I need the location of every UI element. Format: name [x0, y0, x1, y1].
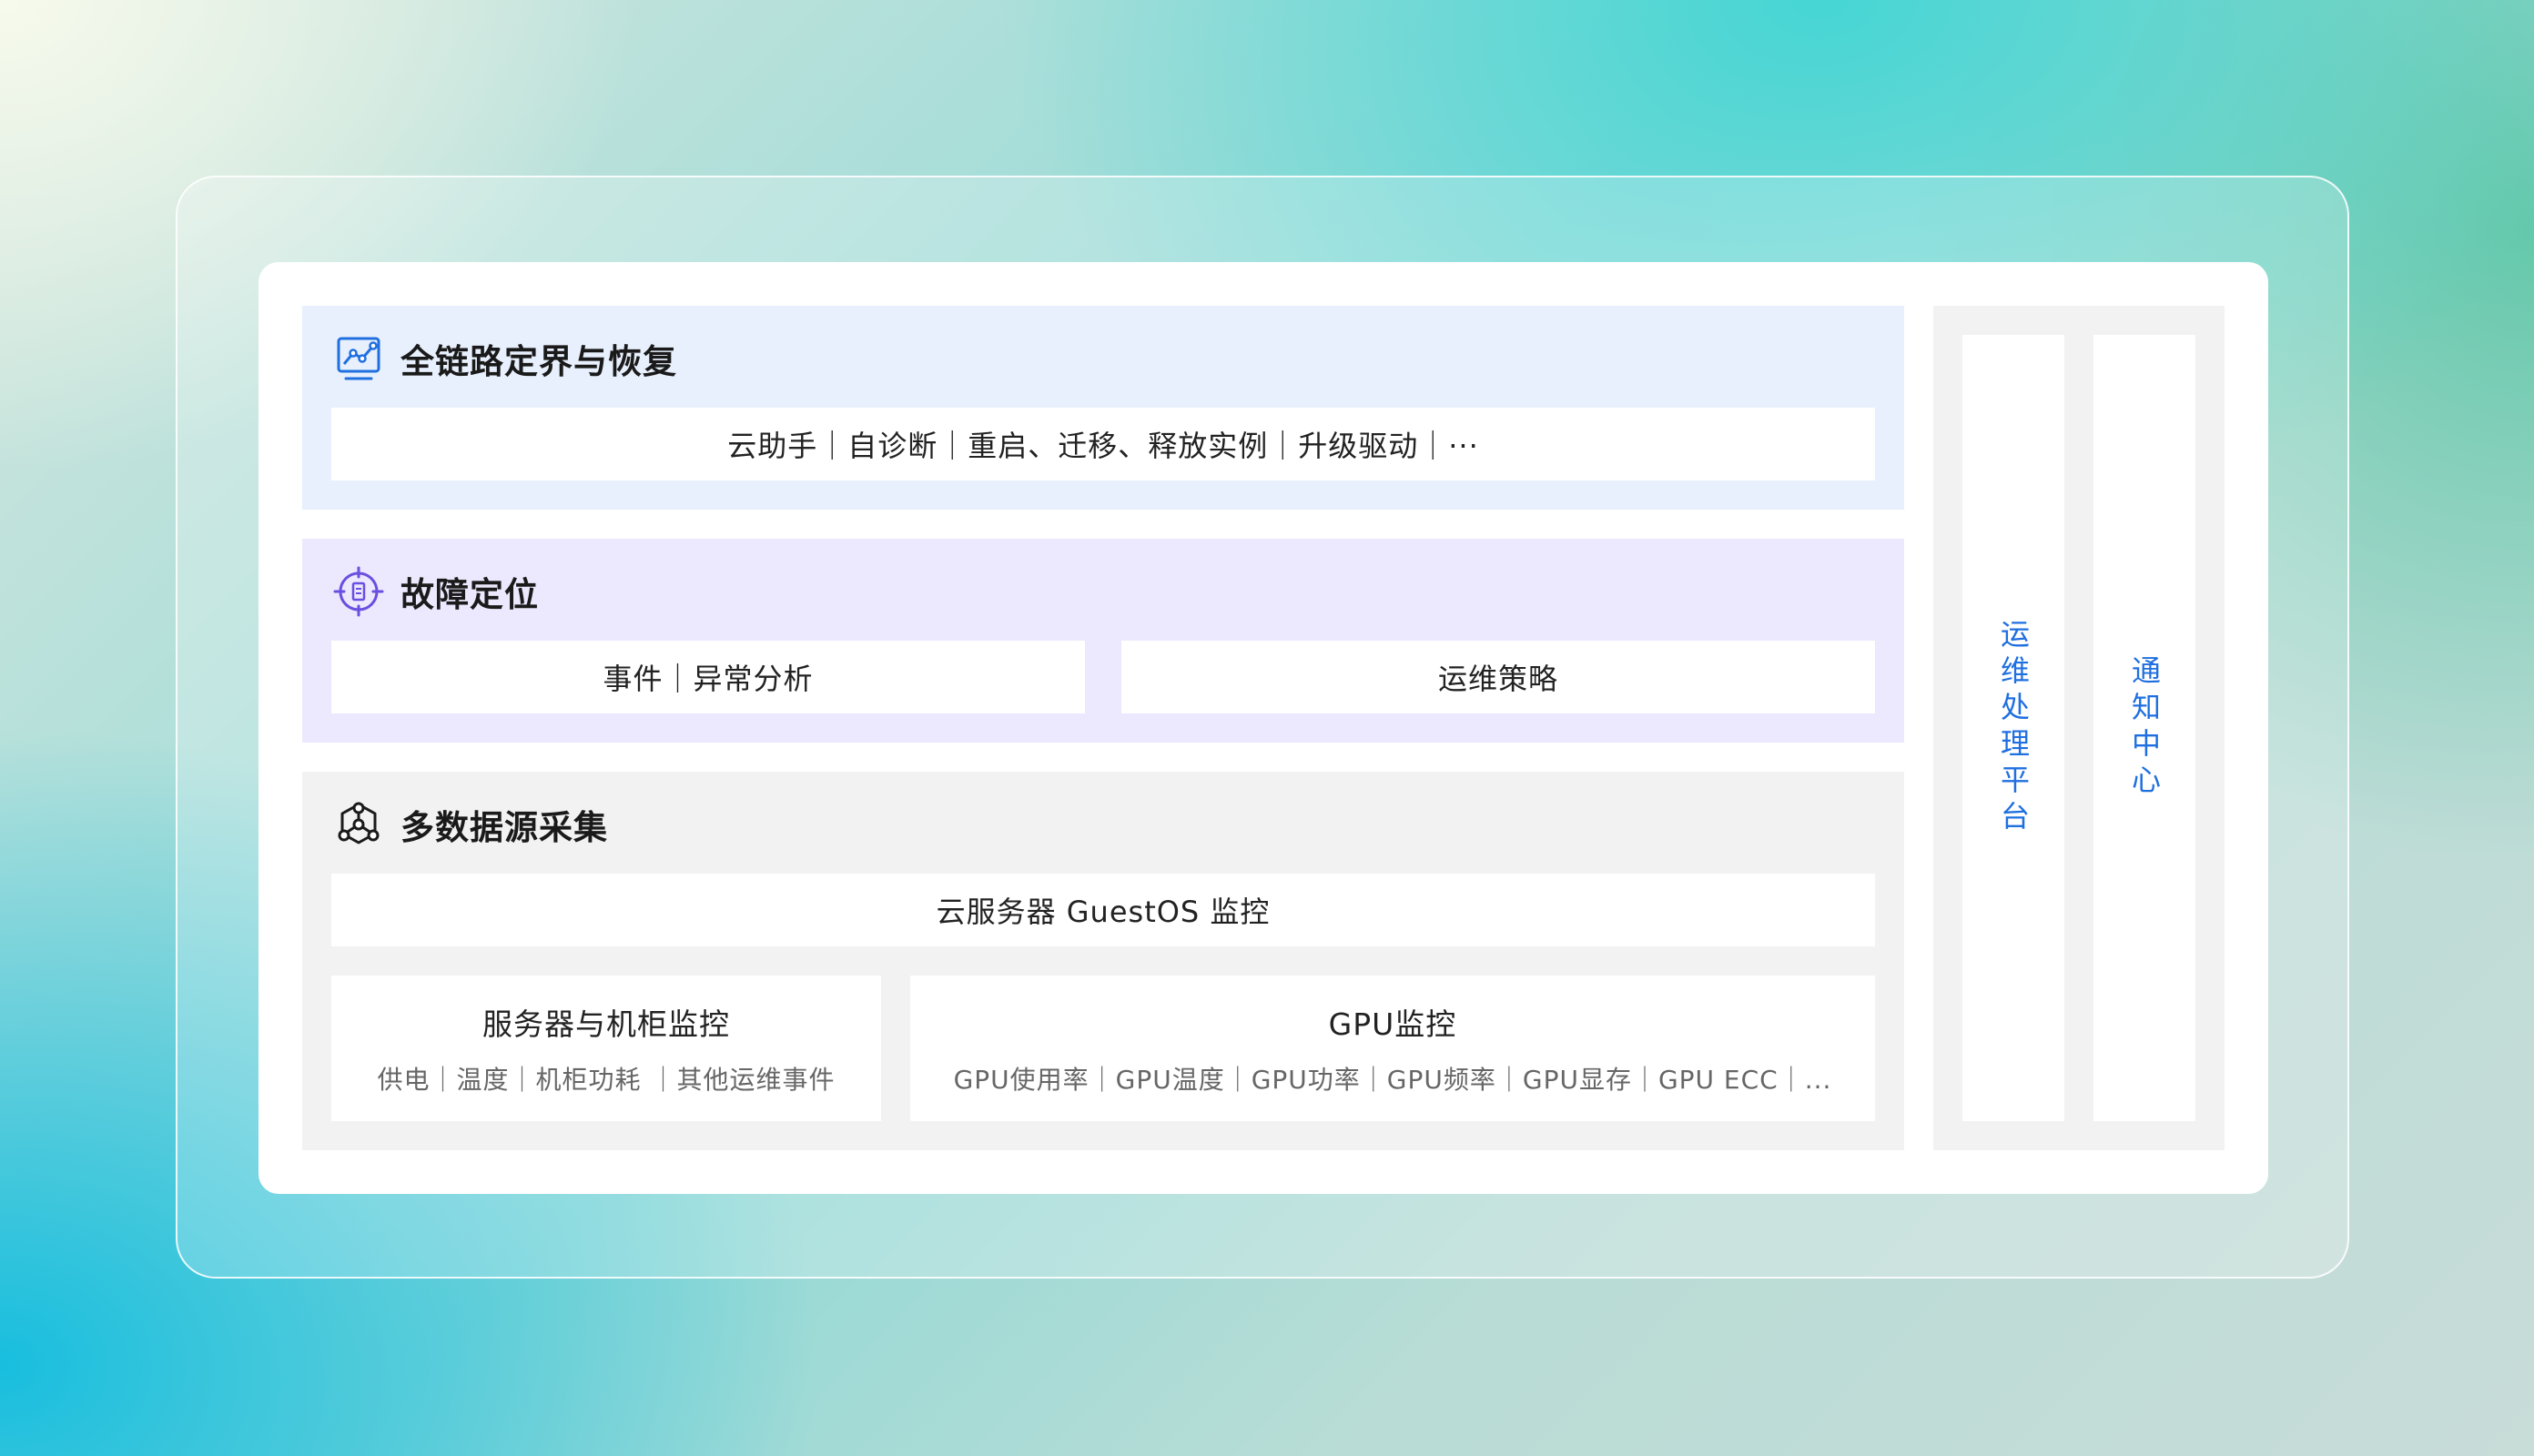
ops-strategy-box: 运维策略: [1121, 641, 1875, 713]
data-collection-section: 多数据源采集 云服务器 GuestOS 监控 服务器与机柜监控 供电｜温度｜机柜…: [302, 772, 1904, 1150]
server-rack-title: 服务器与机柜监控: [482, 1006, 730, 1042]
fulllink-title: 全链路定界与恢复: [400, 342, 677, 381]
server-rack-detail: 供电｜温度｜机柜功耗 ｜其他运维事件: [377, 1065, 836, 1095]
gpu-monitor-box: GPU监控 GPU使用率｜GPU温度｜GPU功率｜GPU频率｜GPU显存｜GPU…: [910, 976, 1875, 1121]
fault-title: 故障定位: [400, 575, 539, 614]
gpu-monitor-detail: GPU使用率｜GPU温度｜GPU功率｜GPU频率｜GPU显存｜GPU ECC｜.…: [953, 1065, 1832, 1095]
server-rack-box: 服务器与机柜监控 供电｜温度｜机柜功耗 ｜其他运维事件: [331, 976, 881, 1121]
fulllink-section: 全链路定界与恢复 云助手｜自诊断｜重启、迁移、释放实例｜升级驱动｜···: [302, 306, 1904, 510]
network-nodes-icon: [338, 802, 380, 844]
data-title-row: 多数据源采集: [333, 799, 608, 850]
fault-section: 故障定位 事件｜异常分析 运维策略: [302, 539, 1904, 743]
fulllink-bar: 云助手｜自诊断｜重启、迁移、释放实例｜升级驱动｜···: [331, 408, 1875, 480]
gpu-monitor-title: GPU监控: [1328, 1006, 1457, 1042]
data-title: 多数据源采集: [400, 808, 608, 847]
architecture-card: 全链路定界与恢复 云助手｜自诊断｜重启、迁移、释放实例｜升级驱动｜··· 故障定…: [258, 262, 2268, 1194]
side-panel: 运维处理平台 通知中心: [1933, 306, 2225, 1150]
ops-platform-label: 运维处理平台: [1996, 619, 2031, 837]
link-chart-icon: [337, 337, 380, 380]
guestos-monitor-box: 云服务器 GuestOS 监控: [331, 874, 1875, 946]
notification-center-label: 通知中心: [2127, 655, 2162, 801]
fault-title-row: 故障定位: [333, 566, 539, 617]
notification-center-column: 通知中心: [2093, 335, 2195, 1121]
events-anomaly-box: 事件｜异常分析: [331, 641, 1085, 713]
fulllink-title-row: 全链路定界与恢复: [333, 333, 677, 384]
ops-platform-column: 运维处理平台: [1962, 335, 2064, 1121]
target-icon: [333, 566, 384, 617]
